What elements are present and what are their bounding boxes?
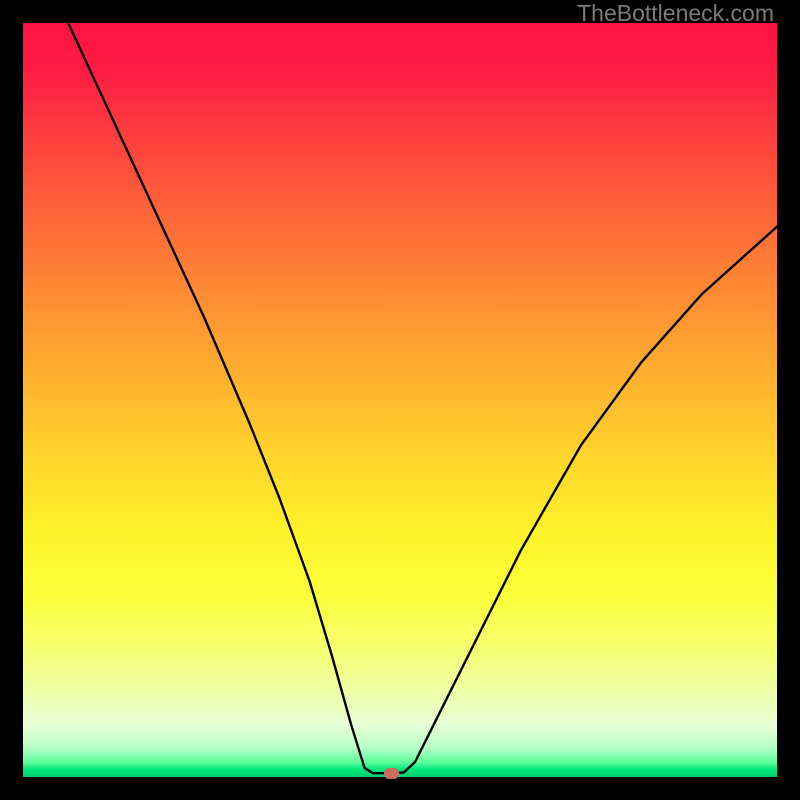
bottleneck-curve: [23, 23, 777, 777]
frame: TheBottleneck.com: [0, 0, 800, 800]
watermark-text: TheBottleneck.com: [577, 0, 774, 27]
optimal-point-marker: [384, 768, 399, 779]
plot-area: [23, 23, 777, 777]
